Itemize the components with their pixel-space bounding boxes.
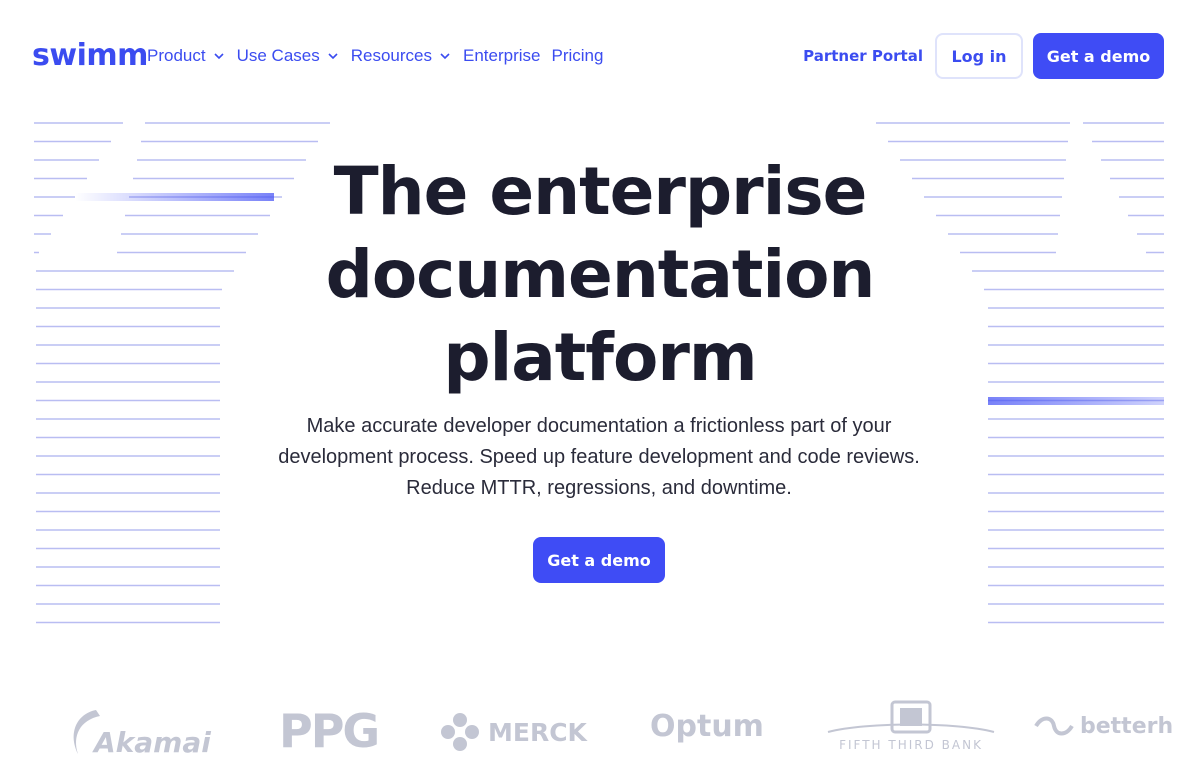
akamai-text: Akamai bbox=[94, 725, 211, 759]
fifth-third-emblem-icon bbox=[827, 700, 995, 734]
accent-bar-right bbox=[988, 397, 1164, 405]
ppg-logo: PPG bbox=[279, 702, 380, 760]
optum-logo: Optum bbox=[650, 706, 764, 746]
partner-portal-link[interactable]: Partner Portal bbox=[803, 47, 923, 65]
nav-enterprise-label: Enterprise bbox=[463, 46, 541, 65]
chevron-down-icon bbox=[214, 53, 224, 60]
chevron-down-icon bbox=[440, 53, 450, 60]
nav-enterprise[interactable]: Enterprise bbox=[463, 44, 540, 68]
nav-product[interactable]: Product bbox=[147, 44, 226, 68]
betterh-text: betterh bbox=[1080, 713, 1174, 739]
top-navigation: swimm Product Use Cases Resources Enterp… bbox=[0, 0, 1198, 112]
merck-logo: MERCK bbox=[440, 712, 587, 752]
nav-pricing[interactable]: Pricing bbox=[551, 44, 603, 68]
nav-links: Product Use Cases Resources Enterprise P… bbox=[147, 44, 614, 68]
get-demo-button-hero[interactable]: Get a demo bbox=[533, 537, 665, 583]
nav-pricing-label: Pricing bbox=[551, 46, 604, 65]
get-demo-button-nav[interactable]: Get a demo bbox=[1033, 33, 1164, 79]
nav-product-label: Product bbox=[147, 46, 206, 65]
chevron-down-icon bbox=[328, 53, 338, 60]
betterh-logo: betterh bbox=[1032, 710, 1173, 742]
betterh-mark-icon bbox=[1034, 716, 1074, 736]
nav-resources[interactable]: Resources bbox=[351, 44, 452, 68]
hero-title-line-3: platform bbox=[443, 319, 757, 396]
nav-use-cases[interactable]: Use Cases bbox=[237, 44, 340, 68]
swimm-logo[interactable]: swimm bbox=[32, 38, 148, 74]
hero-title-line-2: documentation bbox=[325, 236, 876, 313]
hero-title-line-1: The enterprise bbox=[333, 153, 868, 230]
merck-mark-icon bbox=[441, 713, 479, 751]
accent-bar-left bbox=[75, 193, 274, 201]
hero-subtitle: Make accurate developer documentation a … bbox=[278, 415, 920, 499]
login-button[interactable]: Log in bbox=[935, 33, 1023, 79]
client-logos: Akamai PPG MERCK Optum FIFTH THIRD BANK … bbox=[0, 690, 1198, 768]
nav-use-cases-label: Use Cases bbox=[236, 46, 320, 65]
fifth-third-text: FIFTH THIRD BANK bbox=[839, 738, 983, 752]
ppg-text: PPG bbox=[279, 704, 380, 758]
logo-text: swimm bbox=[32, 38, 148, 73]
nav-resources-label: Resources bbox=[350, 46, 432, 65]
fifth-third-logo: FIFTH THIRD BANK bbox=[826, 700, 996, 760]
optum-text: Optum bbox=[650, 708, 764, 744]
merck-text: MERCK bbox=[488, 717, 587, 747]
nav-actions: Partner Portal Log in Get a demo bbox=[803, 33, 1164, 79]
hero-title: The enterprise documentation platform bbox=[260, 150, 940, 399]
akamai-logo: Akamai bbox=[66, 704, 211, 762]
